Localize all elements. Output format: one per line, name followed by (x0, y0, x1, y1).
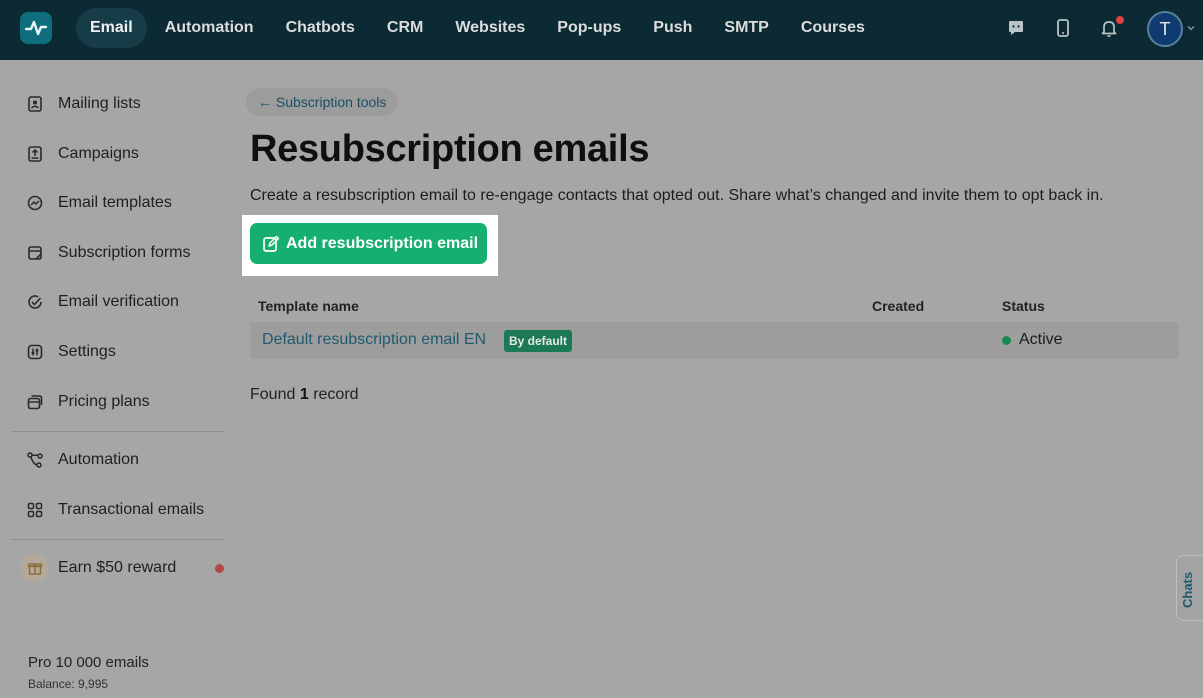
sidebar-item-earn-reward[interactable]: Earn $50 reward (21, 553, 177, 583)
balance-text: Balance: 9,995 (28, 677, 109, 691)
nav-websites[interactable]: Websites (441, 8, 539, 48)
nav-automation[interactable]: Automation (151, 8, 268, 48)
column-header-status: Status (1002, 298, 1045, 314)
sidebar-item-email-verification[interactable]: Email verification (24, 287, 179, 317)
plan-name[interactable]: Pro 10 000 emails (28, 654, 149, 671)
sidebar-item-email-templates[interactable]: Email templates (24, 188, 172, 218)
chat-icon[interactable] (1007, 18, 1025, 38)
status-indicator (1002, 336, 1011, 345)
avatar[interactable]: T (1147, 11, 1183, 47)
top-navigation-bar: Email Automation Chatbots CRM Websites P… (0, 0, 1203, 60)
nav-crm[interactable]: CRM (373, 8, 437, 48)
sidebar-divider (12, 539, 224, 540)
template-icon (24, 192, 46, 214)
sidebar-item-label: Settings (58, 343, 116, 360)
default-badge: By default (504, 330, 573, 352)
nav-smtp[interactable]: SMTP (710, 8, 782, 48)
breadcrumb[interactable]: ← Subscription tools (246, 88, 399, 116)
sidebar-item-settings[interactable]: Settings (24, 337, 116, 367)
nav-email[interactable]: Email (76, 8, 147, 48)
sidebar-item-label: Transactional emails (58, 501, 205, 518)
upload-tray-icon (24, 143, 46, 165)
add-button-label: Add resubscription email (286, 234, 479, 252)
page-title: Resubscription emails (250, 128, 650, 170)
nav-chatbots[interactable]: Chatbots (272, 8, 369, 48)
grid-icon (24, 499, 46, 521)
sidebar-item-label: Pricing plans (58, 393, 150, 410)
sidebar-item-label: Campaigns (58, 145, 139, 162)
sidebar: Mailing lists Campaigns Email templates … (12, 60, 224, 698)
records-count: Found 1 record (250, 386, 359, 404)
column-header-created: Created (872, 298, 925, 314)
sidebar-item-label: Email templates (58, 194, 172, 211)
found-suffix: record (313, 386, 359, 403)
template-name-link[interactable]: Default resubscription email EN (262, 331, 486, 349)
add-resubscription-email-button[interactable]: Add resubscription email (250, 223, 487, 264)
sidebar-item-label: Automation (58, 451, 139, 468)
pulse-icon (25, 20, 47, 36)
page-description: Create a resubscription email to re-enga… (250, 187, 1104, 204)
sidebar-item-automation[interactable]: Automation (24, 445, 139, 475)
found-prefix: Found (250, 386, 296, 403)
chevron-down-icon[interactable] (1187, 24, 1195, 32)
sidebar-item-transactional-emails[interactable]: Transactional emails (24, 495, 204, 525)
nav-courses[interactable]: Courses (787, 8, 879, 48)
nav-push[interactable]: Push (639, 8, 706, 48)
mobile-icon[interactable] (1054, 18, 1072, 38)
found-count: 1 (299, 386, 309, 403)
chats-tab[interactable]: Chats (1176, 555, 1203, 621)
chats-tab-label: Chats (1180, 571, 1195, 608)
app-logo[interactable] (20, 12, 52, 44)
notification-dot (1116, 16, 1124, 24)
gift-icon (21, 554, 49, 582)
cards-icon (24, 391, 46, 413)
sliders-icon (24, 341, 46, 363)
sidebar-item-label: Subscription forms (58, 244, 191, 261)
flow-icon (24, 449, 46, 471)
status-text: Active (1019, 331, 1063, 348)
nav-popups[interactable]: Pop-ups (543, 8, 635, 48)
sidebar-item-label: Mailing lists (58, 95, 141, 112)
edit-icon (263, 235, 280, 252)
notification-dot (215, 564, 224, 573)
form-icon (24, 242, 46, 264)
sidebar-item-subscription-forms[interactable]: Subscription forms (24, 238, 191, 268)
check-circle-icon (24, 291, 46, 313)
column-header-template-name: Template name (258, 298, 359, 314)
sidebar-item-label: Email verification (58, 293, 179, 310)
earn-reward-label: Earn $50 reward (58, 559, 177, 576)
table-row: Default resubscription email EN By defau… (250, 322, 1179, 359)
sidebar-divider (12, 431, 224, 432)
contacts-book-icon (24, 93, 46, 115)
main-nav: Email Automation Chatbots CRM Websites P… (76, 8, 883, 48)
sidebar-item-campaigns[interactable]: Campaigns (24, 139, 139, 169)
sidebar-item-mailing-lists[interactable]: Mailing lists (24, 89, 141, 119)
sidebar-item-pricing-plans[interactable]: Pricing plans (24, 387, 150, 417)
